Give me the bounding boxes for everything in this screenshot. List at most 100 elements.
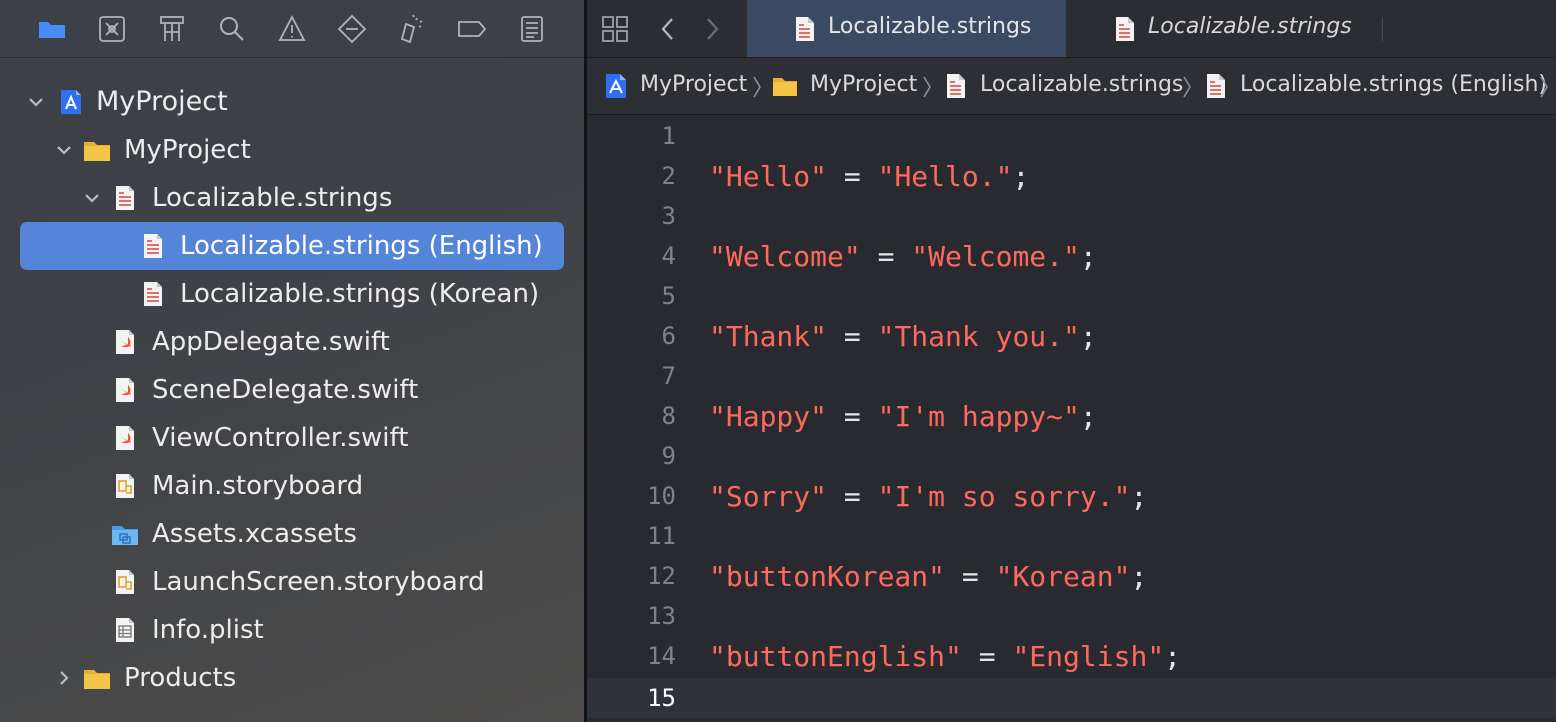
code-line[interactable]: 13 bbox=[587, 598, 1556, 638]
tree-item-localizable-strings[interactable]: Localizable.strings bbox=[0, 174, 584, 222]
tree-item-label: AppDelegate.swift bbox=[152, 327, 390, 357]
symbol-icon[interactable] bbox=[157, 14, 187, 44]
folder-icon bbox=[83, 136, 111, 164]
code-line[interactable]: 12 "buttonKorean" = "Korean"; bbox=[587, 558, 1556, 598]
swift-file-icon bbox=[111, 328, 139, 356]
strings-file-icon bbox=[111, 184, 139, 212]
tree-item-viewcontroller[interactable]: ViewController.swift bbox=[0, 414, 584, 462]
source-control-icon[interactable] bbox=[97, 14, 127, 44]
tree-item-label: MyProject bbox=[96, 86, 228, 117]
tree-item-info-plist[interactable]: Info.plist bbox=[0, 606, 584, 654]
code-line[interactable]: 14 "buttonEnglish" = "English"; bbox=[587, 638, 1556, 678]
chevron-right-icon bbox=[751, 74, 763, 100]
report-icon[interactable] bbox=[517, 14, 547, 44]
debug-icon[interactable] bbox=[397, 14, 427, 44]
jump-bar: MyProject MyProject Localizable.strings … bbox=[587, 58, 1556, 115]
strings-file-icon bbox=[1113, 16, 1137, 42]
strings-file-icon bbox=[139, 280, 167, 308]
tree-item-label: LaunchScreen.storyboard bbox=[152, 567, 485, 597]
code-line[interactable]: 1 bbox=[587, 118, 1556, 158]
code-line[interactable]: 11 bbox=[587, 518, 1556, 558]
code-text: "Hello" = "Hello."; bbox=[709, 160, 1030, 193]
strings-file-icon bbox=[943, 72, 969, 100]
code-line[interactable]: 8 "Happy" = "I'm happy~"; bbox=[587, 398, 1556, 438]
breakpoint-icon[interactable] bbox=[457, 14, 487, 44]
storyboard-icon bbox=[111, 472, 139, 500]
chevron-right-icon bbox=[1538, 74, 1550, 100]
code-line[interactable]: 7 bbox=[587, 358, 1556, 398]
tree-item-appdelegate[interactable]: AppDelegate.swift bbox=[0, 318, 584, 366]
tree-item-assets[interactable]: Assets.xcassets bbox=[0, 510, 584, 558]
line-number: 13 bbox=[647, 602, 676, 630]
chevron-down-icon[interactable] bbox=[54, 139, 74, 161]
folder-icon bbox=[83, 664, 111, 692]
code-line[interactable]: 5 bbox=[587, 278, 1556, 318]
tab-label: Localizable.strings bbox=[828, 14, 1032, 39]
line-number: 15 bbox=[647, 684, 676, 712]
tree-item-scenedelegate[interactable]: SceneDelegate.swift bbox=[0, 366, 584, 414]
tab-localizable-preview[interactable]: Localizable.strings bbox=[1066, 0, 1382, 57]
forward-button[interactable] bbox=[697, 14, 727, 44]
swift-file-icon bbox=[111, 376, 139, 404]
navigator-toolbar bbox=[0, 0, 584, 58]
tree-item-label: SceneDelegate.swift bbox=[152, 375, 419, 405]
test-icon[interactable] bbox=[337, 14, 367, 44]
xcode-project-icon bbox=[603, 72, 629, 100]
code-line[interactable]: 10 "Sorry" = "I'm so sorry."; bbox=[587, 478, 1556, 518]
line-number: 10 bbox=[647, 482, 676, 510]
line-number: 2 bbox=[661, 162, 676, 190]
line-number: 6 bbox=[661, 322, 676, 350]
tab-label: Localizable.strings bbox=[1148, 14, 1352, 39]
tree-item-label: Products bbox=[124, 663, 237, 693]
tree-item-folder-myproject[interactable]: MyProject bbox=[0, 126, 584, 174]
tree-item-label: ViewController.swift bbox=[152, 423, 409, 453]
tree-item-launchscreen[interactable]: LaunchScreen.storyboard bbox=[0, 558, 584, 606]
grid-layout-icon[interactable] bbox=[600, 14, 630, 44]
tree-item-label: Assets.xcassets bbox=[152, 519, 357, 549]
tree-item-project[interactable]: MyProject bbox=[0, 78, 584, 126]
jumpbar-label: Localizable.strings (English) bbox=[1240, 72, 1547, 97]
back-button[interactable] bbox=[653, 14, 683, 44]
code-text: "Happy" = "I'm happy~"; bbox=[709, 400, 1097, 433]
tree-item-label: Localizable.strings (English) bbox=[180, 231, 543, 261]
line-number: 8 bbox=[661, 402, 676, 430]
code-line[interactable]: 6 "Thank" = "Thank you."; bbox=[587, 318, 1556, 358]
line-number: 14 bbox=[647, 642, 676, 670]
line-number: 3 bbox=[661, 202, 676, 230]
strings-file-icon bbox=[1203, 72, 1229, 100]
tree-item-label: Main.storyboard bbox=[152, 471, 364, 501]
assets-folder-icon bbox=[111, 520, 139, 548]
tree-item-label: MyProject bbox=[124, 135, 251, 165]
code-line[interactable]: 9 bbox=[587, 438, 1556, 478]
tree-item-products[interactable]: Products bbox=[0, 654, 584, 702]
tree-item-localizable-korean[interactable]: Localizable.strings (Korean) bbox=[0, 270, 584, 318]
code-line[interactable]: 3 bbox=[587, 198, 1556, 238]
line-number: 4 bbox=[661, 242, 676, 270]
line-number: 7 bbox=[661, 362, 676, 390]
xcode-project-icon bbox=[57, 88, 85, 116]
folder-icon[interactable] bbox=[37, 14, 67, 44]
tree-item-label: Localizable.strings (Korean) bbox=[180, 279, 540, 309]
search-icon[interactable] bbox=[217, 14, 247, 44]
tree-item-main-storyboard[interactable]: Main.storyboard bbox=[0, 462, 584, 510]
tree-item-localizable-english[interactable]: Localizable.strings (English) bbox=[0, 222, 584, 270]
code-line[interactable]: 2 "Hello" = "Hello."; bbox=[587, 158, 1556, 198]
tab-localizable-active[interactable]: Localizable.strings bbox=[747, 0, 1066, 57]
strings-file-icon bbox=[139, 232, 167, 260]
chevron-right-icon[interactable] bbox=[54, 667, 74, 689]
project-navigator: MyProject MyProject Localizable.strings bbox=[0, 0, 584, 722]
line-number: 11 bbox=[647, 522, 676, 550]
warning-icon[interactable] bbox=[277, 14, 307, 44]
code-text: "Sorry" = "I'm so sorry."; bbox=[709, 480, 1148, 513]
tree-item-label: Info.plist bbox=[152, 615, 264, 645]
jumpbar-label: MyProject bbox=[640, 72, 748, 97]
jumpbar-label: Localizable.strings bbox=[980, 72, 1184, 97]
code-line[interactable]: 4 "Welcome" = "Welcome."; bbox=[587, 238, 1556, 278]
chevron-right-icon bbox=[1181, 74, 1193, 100]
plist-icon bbox=[111, 616, 139, 644]
chevron-down-icon[interactable] bbox=[26, 91, 46, 113]
code-line-current[interactable]: 15 bbox=[587, 680, 1556, 720]
source-editor[interactable]: 1 2 "Hello" = "Hello."; 3 4 "Welcome" = … bbox=[587, 115, 1556, 722]
chevron-down-icon[interactable] bbox=[82, 187, 102, 209]
line-number: 12 bbox=[647, 562, 676, 590]
